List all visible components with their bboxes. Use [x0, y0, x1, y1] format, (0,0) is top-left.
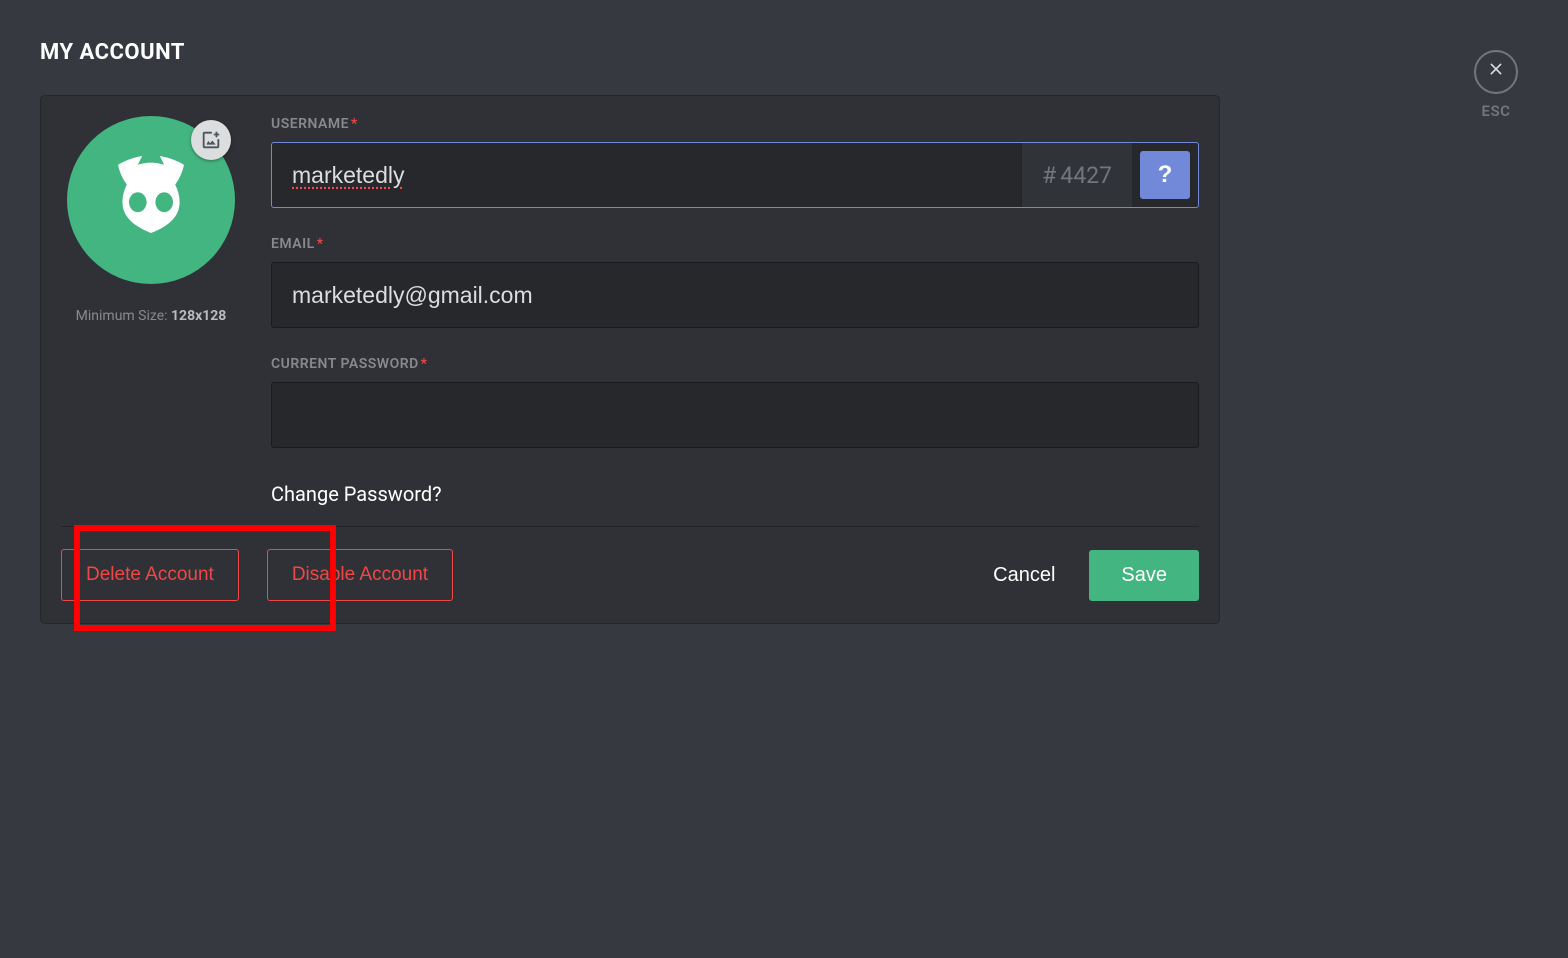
avatar-wrapper	[67, 116, 235, 284]
account-card: Minimum Size: 128x128 USERNAME* # 4427 ?…	[40, 95, 1220, 624]
discord-logo-icon	[96, 145, 206, 255]
discriminator: # 4427	[1021, 143, 1132, 207]
form-section: USERNAME* # 4427 ? EMAIL* CURRENT PASSWO…	[271, 116, 1199, 506]
username-input[interactable]	[272, 143, 1021, 207]
upload-avatar-button[interactable]	[191, 120, 231, 160]
settings-header: MY ACCOUNT	[40, 40, 1528, 65]
footer-left: Delete Account Disable Account	[61, 549, 453, 601]
discriminator-value: 4427	[1060, 162, 1112, 189]
image-plus-icon	[200, 129, 222, 151]
hash-symbol: #	[1042, 162, 1056, 189]
username-label: USERNAME*	[271, 116, 1199, 132]
avatar-min-size: Minimum Size: 128x128	[76, 308, 227, 324]
close-button[interactable]	[1474, 50, 1518, 94]
change-password-link[interactable]: Change Password?	[271, 482, 442, 506]
card-footer: Delete Account Disable Account Cancel Sa…	[61, 526, 1199, 623]
password-input[interactable]	[271, 382, 1199, 448]
disable-account-button[interactable]: Disable Account	[267, 549, 453, 601]
esc-label: ESC	[1482, 102, 1511, 120]
save-button[interactable]: Save	[1089, 550, 1199, 601]
delete-highlight-wrapper: Delete Account	[61, 549, 239, 601]
delete-account-button[interactable]: Delete Account	[61, 549, 239, 601]
email-input[interactable]	[271, 262, 1199, 328]
cancel-button[interactable]: Cancel	[983, 550, 1065, 601]
username-row: # 4427 ?	[271, 142, 1199, 208]
page-title: MY ACCOUNT	[40, 40, 185, 65]
footer-right: Cancel Save	[983, 550, 1199, 601]
username-help-button[interactable]: ?	[1140, 151, 1190, 199]
email-label: EMAIL*	[271, 236, 1199, 252]
password-label: CURRENT PASSWORD*	[271, 356, 1199, 372]
close-container: ESC	[1474, 50, 1518, 120]
avatar-section: Minimum Size: 128x128	[61, 116, 241, 506]
card-body: Minimum Size: 128x128 USERNAME* # 4427 ?…	[61, 116, 1199, 526]
close-icon	[1486, 59, 1506, 85]
